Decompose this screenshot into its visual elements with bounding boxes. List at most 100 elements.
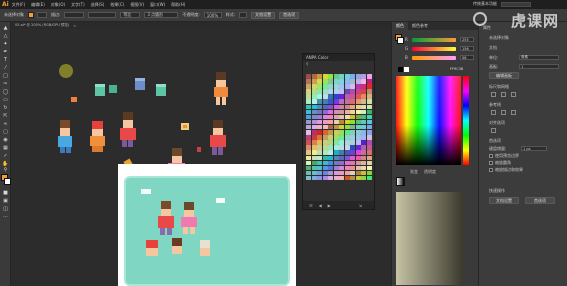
menu-object[interactable]: 对象(O)	[51, 2, 65, 8]
color-swatch[interactable]	[328, 79, 334, 84]
color-swatch[interactable]	[367, 124, 372, 130]
color-swatch[interactable]	[306, 84, 311, 89]
color-swatch[interactable]	[311, 140, 317, 145]
color-swatch[interactable]	[344, 89, 350, 94]
keyboard-increment-field[interactable]: 1 px	[521, 146, 547, 151]
color-swatch[interactable]	[339, 124, 345, 130]
color-swatch[interactable]	[333, 160, 339, 166]
swatch-search-row[interactable]: ⚲	[303, 61, 374, 67]
color-swatch[interactable]	[306, 94, 311, 99]
color-swatch[interactable]	[333, 74, 339, 79]
color-swatch[interactable]	[361, 140, 367, 145]
color-swatch[interactable]	[311, 94, 317, 99]
pen-tool-icon[interactable]: ✒	[2, 49, 9, 55]
color-swatch[interactable]	[350, 119, 356, 125]
color-swatch[interactable]	[322, 124, 328, 130]
perspective-grid-tool-icon[interactable]: ▦	[2, 145, 9, 151]
color-swatch[interactable]	[350, 150, 356, 155]
color-swatch[interactable]	[317, 135, 323, 140]
green-value-field[interactable]: 156	[460, 46, 474, 51]
fill-color-swatch[interactable]	[28, 12, 34, 18]
color-swatch[interactable]	[328, 119, 334, 125]
color-swatch[interactable]	[328, 135, 334, 140]
color-swatch[interactable]	[317, 119, 323, 125]
color-swatch[interactable]	[317, 175, 323, 181]
color-swatch[interactable]	[311, 79, 317, 84]
color-swatch[interactable]	[361, 74, 367, 79]
smart-guides-icon[interactable]	[511, 110, 516, 115]
color-swatch[interactable]	[367, 140, 372, 145]
color-swatch[interactable]	[339, 94, 345, 99]
search-stock-input[interactable]	[501, 2, 531, 7]
red-slider[interactable]	[412, 38, 456, 42]
color-swatch[interactable]	[339, 74, 345, 79]
color-swatch[interactable]	[355, 119, 361, 125]
color-swatch[interactable]	[361, 79, 367, 84]
color-swatch[interactable]	[311, 135, 317, 140]
item-small-red[interactable]	[197, 147, 201, 152]
color-swatch[interactable]	[328, 155, 334, 160]
color-swatch[interactable]	[333, 170, 339, 176]
color-swatch[interactable]	[306, 175, 311, 181]
color-swatch[interactable]	[333, 79, 339, 84]
line-tool-icon[interactable]: ⁄	[2, 65, 9, 71]
color-swatch[interactable]	[350, 84, 356, 89]
gradient-preview[interactable]	[396, 192, 463, 285]
color-swatch[interactable]	[355, 170, 361, 176]
block-teal[interactable]	[95, 84, 105, 96]
color-swatch[interactable]	[322, 150, 328, 155]
item-tag[interactable]	[181, 123, 189, 130]
color-swatch[interactable]	[344, 165, 350, 171]
color-swatch[interactable]	[333, 135, 339, 140]
color-swatch[interactable]	[367, 94, 372, 99]
color-swatch[interactable]	[350, 170, 356, 176]
color-swatch[interactable]	[355, 165, 361, 171]
color-swatch[interactable]	[322, 170, 328, 176]
color-swatch[interactable]	[306, 165, 311, 171]
scale-corners-checkbox[interactable]	[489, 161, 493, 165]
selection-tool-icon[interactable]: ▲	[2, 25, 9, 31]
color-swatch[interactable]	[333, 119, 339, 125]
color-swatch[interactable]	[328, 145, 334, 150]
scale-strokes-checkbox[interactable]	[489, 168, 493, 172]
color-swatch[interactable]	[355, 74, 361, 79]
color-swatch[interactable]	[328, 94, 334, 99]
color-swatch[interactable]	[350, 145, 356, 150]
white-swatch[interactable]	[404, 67, 409, 72]
color-swatch[interactable]	[333, 104, 339, 110]
color-swatch[interactable]	[355, 150, 361, 155]
color-swatch[interactable]	[322, 160, 328, 166]
eraser-tool-icon[interactable]: ▭	[2, 97, 9, 103]
color-swatch[interactable]	[367, 130, 372, 135]
variable-width-dropdown[interactable]	[88, 12, 117, 18]
use-preview-bounds-checkbox[interactable]	[489, 154, 493, 158]
color-swatch[interactable]	[339, 104, 345, 110]
width-tool-icon[interactable]: ≈	[2, 121, 9, 127]
uniform-profile[interactable]: 等比	[120, 12, 141, 18]
color-swatch[interactable]	[361, 94, 367, 99]
color-swatch[interactable]	[355, 155, 361, 160]
workspace-switcher[interactable]: 传统基本功能	[473, 1, 497, 7]
color-swatch[interactable]	[311, 175, 317, 181]
color-swatch[interactable]	[333, 109, 339, 115]
quick-document-setup-button[interactable]: 文档设置	[489, 197, 519, 204]
color-swatch[interactable]	[328, 99, 334, 104]
color-swatch[interactable]	[344, 74, 350, 79]
color-swatch[interactable]	[328, 175, 334, 181]
color-swatch[interactable]	[339, 165, 345, 171]
scale-tool-icon[interactable]: ⇱	[2, 113, 9, 119]
color-swatch[interactable]	[322, 165, 328, 171]
color-swatch[interactable]	[350, 79, 356, 84]
color-swatch[interactable]	[344, 119, 350, 125]
color-swatch[interactable]	[361, 124, 367, 130]
color-swatch[interactable]	[361, 119, 367, 125]
color-swatch[interactable]	[322, 99, 328, 104]
color-swatch[interactable]	[344, 124, 350, 130]
black-swatch[interactable]	[398, 67, 403, 72]
free-transform-tool-icon[interactable]: ▢	[2, 129, 9, 135]
color-swatch[interactable]	[361, 84, 367, 89]
color-swatch[interactable]	[306, 74, 311, 79]
tab-color-guide[interactable]: 颜色参考	[408, 22, 432, 30]
color-swatch[interactable]	[317, 155, 323, 160]
artboard-dropdown[interactable]: 1	[519, 64, 559, 69]
